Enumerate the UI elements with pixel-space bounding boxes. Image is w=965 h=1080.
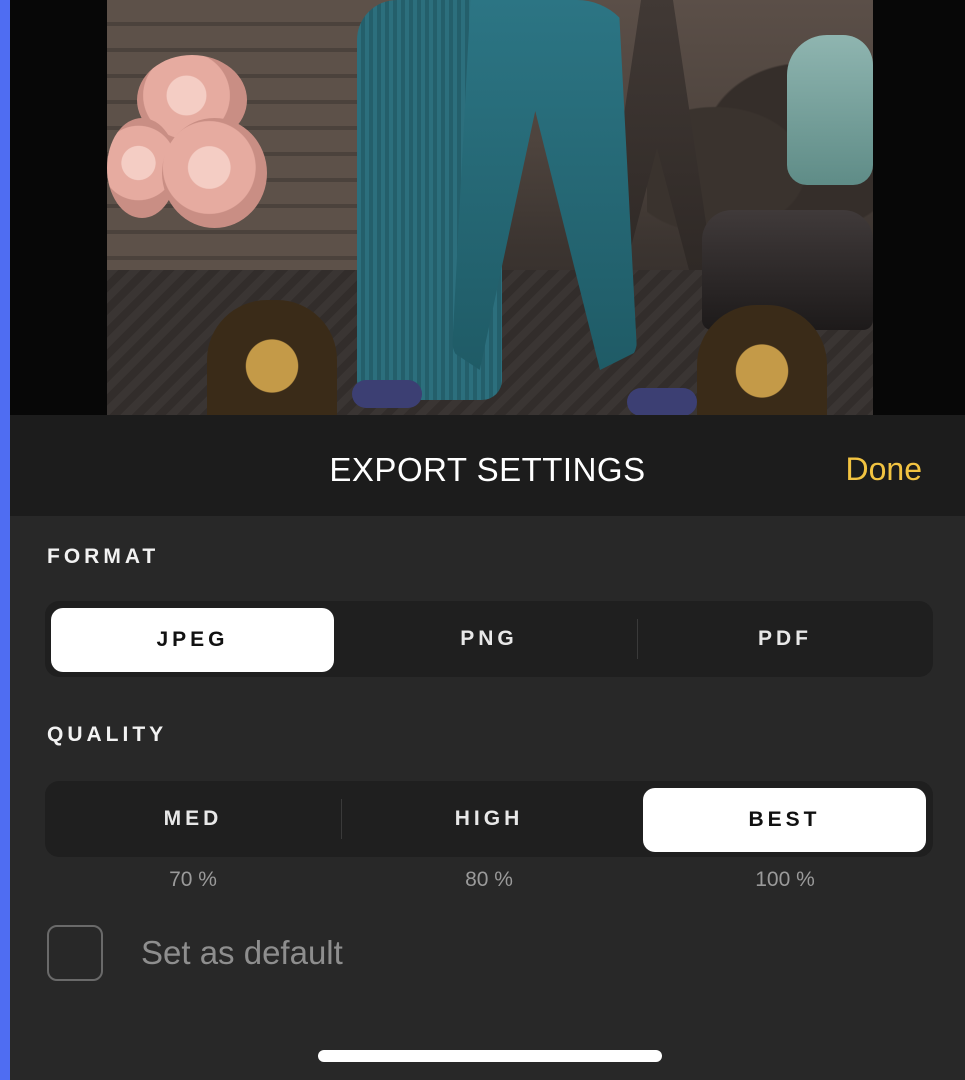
set-as-default-label[interactable]: Set as default bbox=[141, 934, 343, 972]
export-settings-header: EXPORT SETTINGS Done bbox=[10, 415, 965, 516]
collage-image bbox=[107, 0, 873, 415]
left-edge-strip bbox=[0, 0, 10, 1080]
quality-percent-best: 100 % bbox=[755, 868, 815, 891]
format-option-png[interactable]: PNG bbox=[341, 601, 637, 677]
quality-section-label: QUALITY bbox=[47, 723, 168, 746]
done-button[interactable]: Done bbox=[846, 451, 923, 488]
home-indicator bbox=[318, 1050, 662, 1062]
quality-segmented-control: MED HIGH BEST bbox=[45, 781, 933, 857]
collage-statue bbox=[787, 35, 873, 185]
collage-mona-lisa-right bbox=[697, 305, 827, 415]
format-option-pdf[interactable]: PDF bbox=[637, 601, 933, 677]
screen: EXPORT SETTINGS Done FORMAT JPEG PNG PDF… bbox=[0, 0, 965, 1080]
format-option-jpeg[interactable]: JPEG bbox=[51, 608, 334, 672]
quality-option-med[interactable]: MED bbox=[45, 781, 341, 857]
collage-shoe-right bbox=[627, 388, 697, 415]
quality-option-best[interactable]: BEST bbox=[643, 788, 926, 852]
image-preview bbox=[10, 0, 965, 415]
collage-mona-lisa-left bbox=[207, 300, 337, 415]
format-segmented-control: JPEG PNG PDF bbox=[45, 601, 933, 677]
format-section-label: FORMAT bbox=[47, 545, 160, 568]
collage-rose bbox=[162, 118, 267, 228]
quality-option-high[interactable]: HIGH bbox=[341, 781, 637, 857]
export-settings-panel: FORMAT JPEG PNG PDF QUALITY MED HIGH BES… bbox=[10, 516, 965, 1080]
quality-percent-high: 80 % bbox=[465, 868, 513, 891]
page-title: EXPORT SETTINGS bbox=[329, 451, 646, 488]
quality-percent-med: 70 % bbox=[169, 868, 217, 891]
set-as-default-checkbox[interactable] bbox=[47, 925, 103, 981]
collage-shoe-left bbox=[352, 380, 422, 408]
